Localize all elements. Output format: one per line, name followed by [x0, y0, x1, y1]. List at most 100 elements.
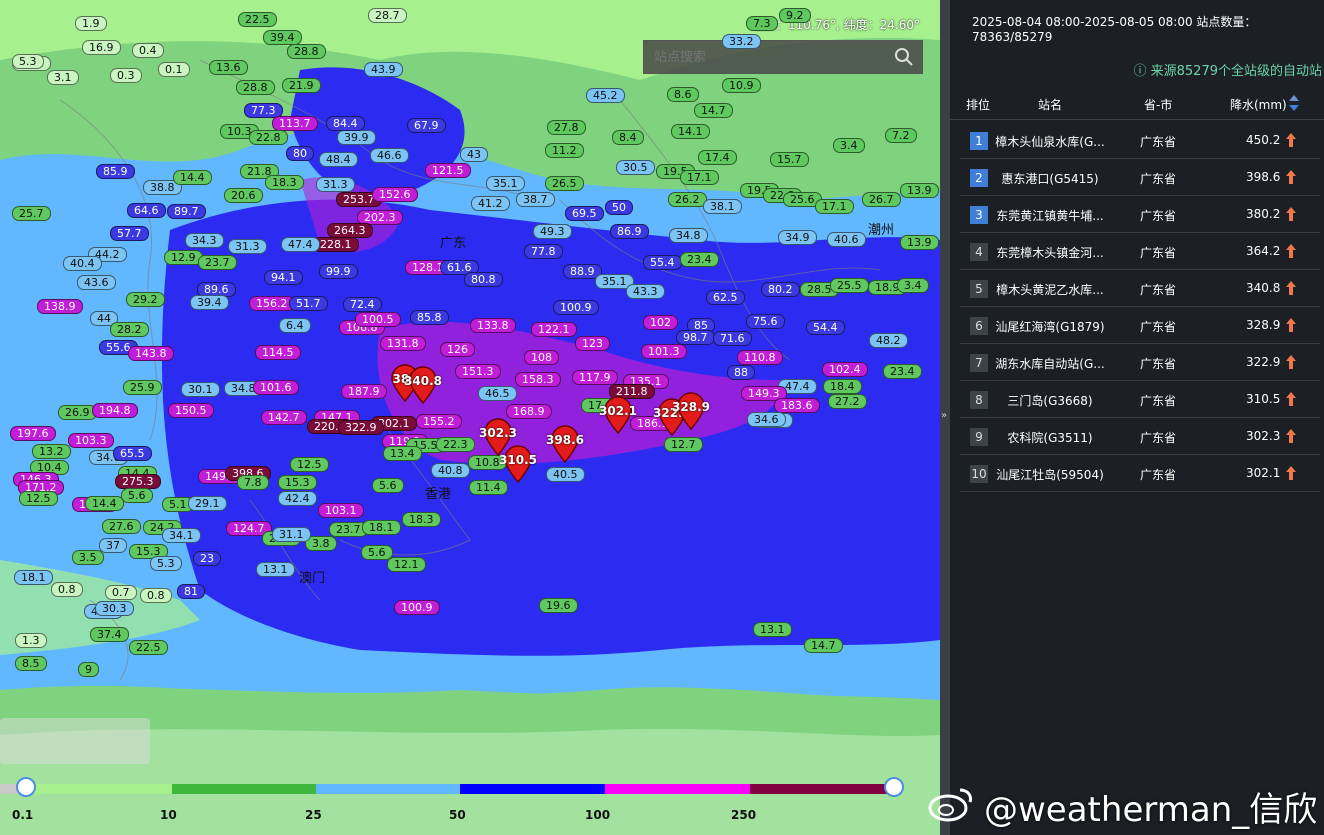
station-value-label[interactable]: 0.4 [132, 43, 164, 58]
station-value-label[interactable]: 38.7 [516, 192, 555, 207]
station-value-label[interactable]: 42.4 [278, 491, 317, 506]
station-value-label[interactable]: 28.7 [368, 8, 407, 23]
station-value-label[interactable]: 0.7 [105, 585, 137, 600]
station-value-label[interactable]: 89.7 [167, 204, 206, 219]
station-value-label[interactable]: 18.1 [362, 520, 401, 535]
station-value-label[interactable]: 86.9 [610, 224, 649, 239]
station-value-label[interactable]: 27.2 [828, 394, 867, 409]
station-value-label[interactable]: 85.9 [96, 164, 135, 179]
ranking-row[interactable]: 1 樟木头仙泉水库(G... 广东省 450.2 [960, 122, 1320, 159]
station-value-label[interactable]: 18.3 [402, 512, 441, 527]
station-value-label[interactable]: 41.2 [471, 196, 510, 211]
station-value-label[interactable]: 8.6 [667, 87, 699, 102]
ranking-row[interactable]: 5 樟木头黄泥乙水库... 广东省 340.8 [960, 270, 1320, 307]
station-value-label[interactable]: 5.3 [12, 54, 44, 69]
station-search-box[interactable] [643, 40, 923, 74]
station-value-label[interactable]: 29.1 [188, 496, 227, 511]
station-value-label[interactable]: 49.3 [533, 224, 572, 239]
station-value-label[interactable]: 151.3 [455, 364, 501, 379]
station-value-label[interactable]: 133.8 [470, 318, 516, 333]
station-value-label[interactable]: 31.3 [316, 177, 355, 192]
station-value-label[interactable]: 75.6 [746, 314, 785, 329]
station-value-label[interactable]: 20.6 [224, 188, 263, 203]
ranking-row[interactable]: 3 东莞黄江镇黄牛埔... 广东省 380.2 [960, 196, 1320, 233]
station-value-label[interactable]: 100.9 [553, 300, 599, 315]
station-value-label[interactable]: 37 [99, 538, 127, 553]
station-value-label[interactable]: 126 [440, 342, 475, 357]
station-value-label[interactable]: 37.4 [90, 627, 129, 642]
station-value-label[interactable]: 158.3 [515, 372, 561, 387]
station-value-label[interactable]: 48.2 [869, 333, 908, 348]
station-value-label[interactable]: 142.7 [261, 410, 307, 425]
station-value-label[interactable]: 26.7 [862, 192, 901, 207]
station-value-label[interactable]: 28.2 [110, 322, 149, 337]
station-value-label[interactable]: 1.9 [75, 16, 107, 31]
station-value-label[interactable]: 156.2 [249, 296, 295, 311]
station-value-label[interactable]: 23.4 [883, 364, 922, 379]
ranking-row[interactable]: 4 东莞樟木头镇金河... 广东省 364.2 [960, 233, 1320, 270]
station-value-label[interactable]: 77.8 [524, 244, 563, 259]
station-value-label[interactable]: 1.3 [15, 633, 47, 648]
station-value-label[interactable]: 150.5 [168, 403, 214, 418]
station-value-label[interactable]: 113.7 [272, 116, 318, 131]
station-value-label[interactable]: 33.2 [722, 34, 761, 49]
station-value-label[interactable]: 13.4 [383, 446, 422, 461]
station-value-label[interactable]: 17.1 [815, 199, 854, 214]
station-value-label[interactable]: 3.1 [47, 70, 79, 85]
station-value-label[interactable]: 155.2 [416, 414, 462, 429]
station-value-label[interactable]: 43.9 [364, 62, 403, 77]
station-value-label[interactable]: 28.8 [287, 44, 326, 59]
station-value-label[interactable]: 0.8 [51, 582, 83, 597]
station-value-label[interactable]: 122.1 [531, 322, 577, 337]
station-value-label[interactable]: 9 [78, 662, 99, 677]
station-value-label[interactable]: 3.4 [897, 278, 929, 293]
station-value-label[interactable]: 103.3 [68, 433, 114, 448]
station-value-label[interactable]: 34.8 [669, 228, 708, 243]
station-value-label[interactable]: 34.3 [185, 233, 224, 248]
station-value-label[interactable]: 5.6 [361, 545, 393, 560]
ranking-row[interactable]: 6 汕尾红海湾(G1879) 广东省 328.9 [960, 307, 1320, 344]
station-value-label[interactable]: 40.4 [63, 256, 102, 271]
station-value-label[interactable]: 67.9 [407, 118, 446, 133]
station-value-label[interactable]: 65.5 [113, 446, 152, 461]
precipitation-map[interactable]: 经度：110.76°, 纬度：24.60° 广东香港澳门潮州 1.922.528… [0, 0, 940, 835]
station-value-label[interactable]: 3.4 [833, 138, 865, 153]
station-value-label[interactable]: 51.7 [289, 296, 328, 311]
station-value-label[interactable]: 12.5 [19, 491, 58, 506]
legend-max-handle[interactable] [884, 777, 904, 797]
station-value-label[interactable]: 81 [177, 584, 205, 599]
station-value-label[interactable]: 30.5 [616, 160, 655, 175]
ranking-row[interactable]: 9 农科院(G3511) 广东省 302.3 [960, 418, 1320, 455]
station-value-label[interactable]: 18.1 [14, 570, 53, 585]
station-value-label[interactable]: 80.2 [761, 282, 800, 297]
station-value-label[interactable]: 187.9 [341, 384, 387, 399]
search-icon[interactable] [894, 47, 914, 67]
station-value-label[interactable]: 21.9 [282, 78, 321, 93]
station-value-label[interactable]: 138.9 [37, 299, 83, 314]
station-value-label[interactable]: 7.2 [885, 128, 917, 143]
station-value-label[interactable]: 39.4 [263, 30, 302, 45]
station-value-label[interactable]: 6.4 [279, 318, 311, 333]
station-value-label[interactable]: 34.6 [747, 412, 786, 427]
ranking-row[interactable]: 8 三门岛(G3668) 广东省 310.5 [960, 381, 1320, 418]
station-value-label[interactable]: 17.4 [698, 150, 737, 165]
station-value-label[interactable]: 23.7 [198, 255, 237, 270]
station-value-label[interactable]: 14.4 [85, 496, 124, 511]
station-value-label[interactable]: 13.2 [32, 444, 71, 459]
station-value-label[interactable]: 88 [727, 365, 755, 380]
station-value-label[interactable]: 131.8 [380, 336, 426, 351]
station-value-label[interactable]: 34.9 [778, 230, 817, 245]
station-value-label[interactable]: 40.6 [827, 232, 866, 247]
station-value-label[interactable]: 7.3 [746, 16, 778, 31]
station-value-label[interactable]: 31.1 [272, 527, 311, 542]
station-value-label[interactable]: 15.3 [278, 475, 317, 490]
station-value-label[interactable]: 3.5 [72, 550, 104, 565]
station-value-label[interactable]: 183.6 [774, 398, 820, 413]
station-value-label[interactable]: 43.3 [626, 284, 665, 299]
station-value-label[interactable]: 40.8 [431, 463, 470, 478]
station-value-label[interactable]: 46.5 [478, 386, 517, 401]
station-value-label[interactable]: 16.9 [82, 40, 121, 55]
station-value-label[interactable]: 27.8 [547, 120, 586, 135]
collapse-arrow-icon[interactable]: » [941, 410, 947, 421]
station-value-label[interactable]: 117.9 [572, 370, 618, 385]
